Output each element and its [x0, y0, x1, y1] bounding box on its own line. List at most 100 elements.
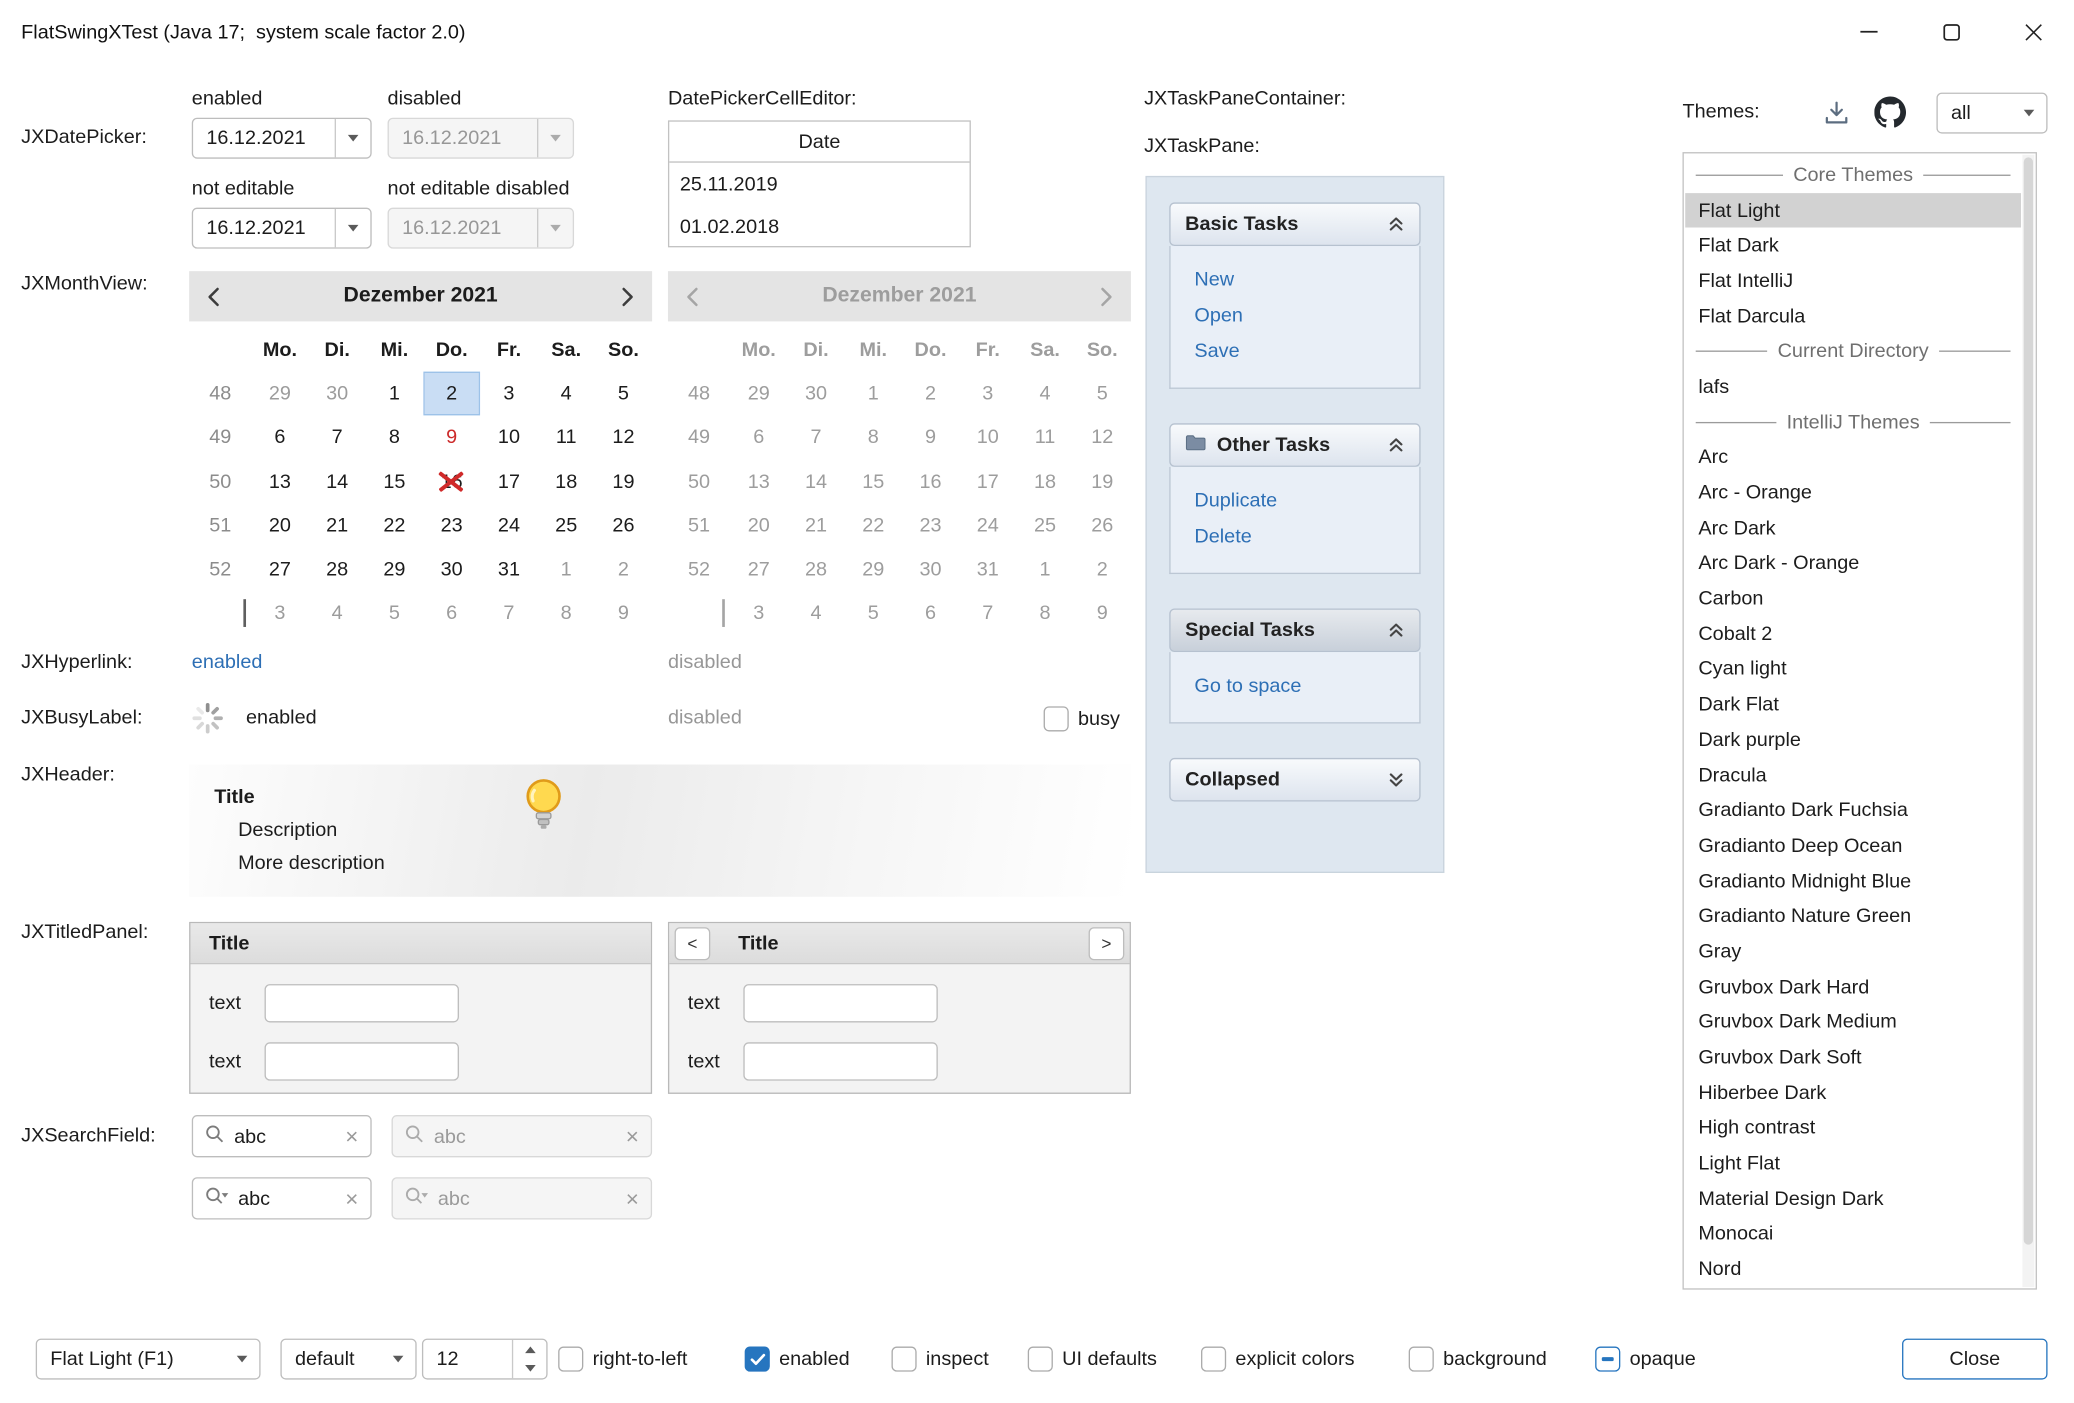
spinner-up-button[interactable]: [513, 1340, 546, 1359]
taskpane-link[interactable]: Open: [1194, 298, 1395, 334]
checkbox-box[interactable]: [1201, 1347, 1226, 1372]
checkbox-box[interactable]: [1044, 706, 1069, 731]
theme-list-item[interactable]: Flat Light: [1685, 193, 2021, 228]
theme-list-item[interactable]: Dark Flat: [1685, 687, 2021, 722]
taskpane-header[interactable]: Other Tasks: [1169, 423, 1420, 467]
scrollbar-thumb[interactable]: [2024, 157, 2033, 1244]
theme-list-item[interactable]: lafs: [1685, 369, 2021, 404]
calendar-day-cell[interactable]: 10: [480, 416, 537, 460]
calendar-day-cell[interactable]: 24: [480, 504, 537, 548]
taskpane-link[interactable]: Duplicate: [1194, 483, 1395, 519]
calendar-day-cell[interactable]: 23: [423, 504, 480, 548]
laf-combo[interactable]: Flat Light (F1): [36, 1339, 261, 1380]
taskpane-header[interactable]: Collapsed: [1169, 758, 1420, 802]
theme-list-item[interactable]: Gradianto Nature Green: [1685, 899, 2021, 934]
theme-list-item[interactable]: Arc: [1685, 440, 2021, 475]
checkbox-opaque[interactable]: opaque: [1595, 1339, 1696, 1380]
checkbox-inspect[interactable]: inspect: [892, 1339, 989, 1380]
calendar-day-cell[interactable]: 16: [423, 460, 480, 504]
checkbox-explicit-colors[interactable]: explicit colors: [1201, 1339, 1354, 1380]
theme-list-item[interactable]: Gray: [1685, 934, 2021, 969]
checkbox-box[interactable]: [1595, 1347, 1620, 1372]
checkbox-enabled[interactable]: enabled: [745, 1339, 850, 1380]
searchfield-enabled[interactable]: abc ×: [192, 1115, 372, 1157]
calendar-day-cell[interactable]: 20: [251, 504, 308, 548]
combo-dropdown-button[interactable]: [224, 1340, 260, 1378]
text-input[interactable]: [743, 984, 937, 1022]
theme-list-item[interactable]: Arc Dark - Orange: [1685, 546, 2021, 581]
checkbox-background[interactable]: background: [1409, 1339, 1547, 1380]
datepicker-dropdown-button[interactable]: [335, 209, 371, 247]
checkbox-right-to-left[interactable]: right-to-left: [558, 1339, 687, 1380]
themes-filter-combo[interactable]: all: [1936, 93, 2047, 134]
theme-list-item[interactable]: Flat Darcula: [1685, 299, 2021, 334]
calendar-day-cell[interactable]: 11: [538, 416, 595, 460]
style-combo[interactable]: default: [280, 1339, 416, 1380]
calendar-day-cell[interactable]: 28: [309, 548, 366, 592]
theme-list-item[interactable]: Gruvbox Dark Medium: [1685, 1005, 2021, 1040]
table-row[interactable]: 01.02.2018: [669, 205, 969, 247]
download-icon[interactable]: [1823, 99, 1851, 132]
calendar-day-cell[interactable]: 7: [309, 416, 366, 460]
close-window-button[interactable]: [1992, 0, 2074, 63]
scrollbar[interactable]: [2022, 155, 2034, 1287]
text-input[interactable]: [265, 984, 459, 1022]
calendar-day-cell[interactable]: 21: [309, 504, 366, 548]
calendar-day-cell[interactable]: 5: [595, 372, 652, 416]
checkbox-box[interactable]: [1028, 1347, 1053, 1372]
titledpanel-left-button[interactable]: <: [675, 927, 711, 960]
theme-list-item[interactable]: Material Design Dark: [1685, 1181, 2021, 1216]
theme-list-item[interactable]: Monocai: [1685, 1216, 2021, 1251]
taskpane-header[interactable]: Special Tasks: [1169, 608, 1420, 652]
theme-list-item[interactable]: Dracula: [1685, 757, 2021, 792]
theme-list-item[interactable]: Gradianto Dark Fuchsia: [1685, 793, 2021, 828]
theme-list-item[interactable]: Gruvbox Dark Hard: [1685, 969, 2021, 1004]
calendar-day-cell[interactable]: 1: [538, 548, 595, 592]
calendar-day-cell[interactable]: 13: [251, 460, 308, 504]
clear-icon[interactable]: ×: [345, 1187, 358, 1209]
spinner-down-button[interactable]: [513, 1359, 546, 1378]
theme-list-item[interactable]: Cyan light: [1685, 652, 2021, 687]
theme-list-item[interactable]: Arc Dark: [1685, 510, 2021, 545]
datepicker-not-editable[interactable]: 16.12.2021: [192, 208, 372, 249]
calendar-day-cell[interactable]: 8: [366, 416, 423, 460]
datepicker-enabled[interactable]: 16.12.2021: [192, 118, 372, 159]
calendar-day-cell[interactable]: 30: [423, 548, 480, 592]
hyperlink-enabled[interactable]: enabled: [192, 651, 263, 673]
calendar-day-cell[interactable]: 17: [480, 460, 537, 504]
checkbox-box[interactable]: [892, 1347, 917, 1372]
minimize-button[interactable]: [1828, 0, 1910, 63]
text-input[interactable]: [743, 1042, 937, 1080]
calendar-day-cell[interactable]: 5: [366, 591, 423, 635]
github-icon[interactable]: [1874, 97, 1906, 134]
theme-list-item[interactable]: Flat IntelliJ: [1685, 263, 2021, 298]
calendar-day-cell[interactable]: 2: [595, 548, 652, 592]
prev-month-button[interactable]: [206, 285, 221, 307]
calendar-day-cell[interactable]: 4: [309, 591, 366, 635]
calendar-day-cell[interactable]: 25: [538, 504, 595, 548]
checkbox-ui-defaults[interactable]: UI defaults: [1028, 1339, 1157, 1380]
theme-list-item[interactable]: Light Flat: [1685, 1146, 2021, 1181]
theme-list-item[interactable]: Cobalt 2: [1685, 616, 2021, 651]
calendar-day-cell[interactable]: 8: [538, 591, 595, 635]
calendar-day-cell[interactable]: 14: [309, 460, 366, 504]
calendar-day-cell[interactable]: 7: [480, 591, 537, 635]
theme-list-item[interactable]: Flat Dark: [1685, 228, 2021, 263]
theme-list-item[interactable]: Dark purple: [1685, 722, 2021, 757]
calendar-day-cell[interactable]: 2: [423, 372, 480, 416]
datepicker-dropdown-button[interactable]: [335, 119, 371, 157]
taskpane-link[interactable]: Save: [1194, 333, 1395, 369]
calendar-day-cell[interactable]: 1: [366, 372, 423, 416]
calendar-day-cell[interactable]: 29: [251, 372, 308, 416]
calendar-day-cell[interactable]: 15: [366, 460, 423, 504]
calendar-day-cell[interactable]: 3: [480, 372, 537, 416]
next-month-button[interactable]: [620, 285, 635, 307]
checkbox-box[interactable]: [1409, 1347, 1434, 1372]
table-column-header[interactable]: Date: [669, 122, 969, 163]
calendar-day-cell[interactable]: 30: [309, 372, 366, 416]
calendar-day-cell[interactable]: 9: [595, 591, 652, 635]
theme-list-item[interactable]: Nord: [1685, 1252, 2021, 1287]
checkbox-busy[interactable]: busy: [1044, 698, 1120, 739]
calendar-day-cell[interactable]: 31: [480, 548, 537, 592]
calendar-day-cell[interactable]: 9: [423, 416, 480, 460]
